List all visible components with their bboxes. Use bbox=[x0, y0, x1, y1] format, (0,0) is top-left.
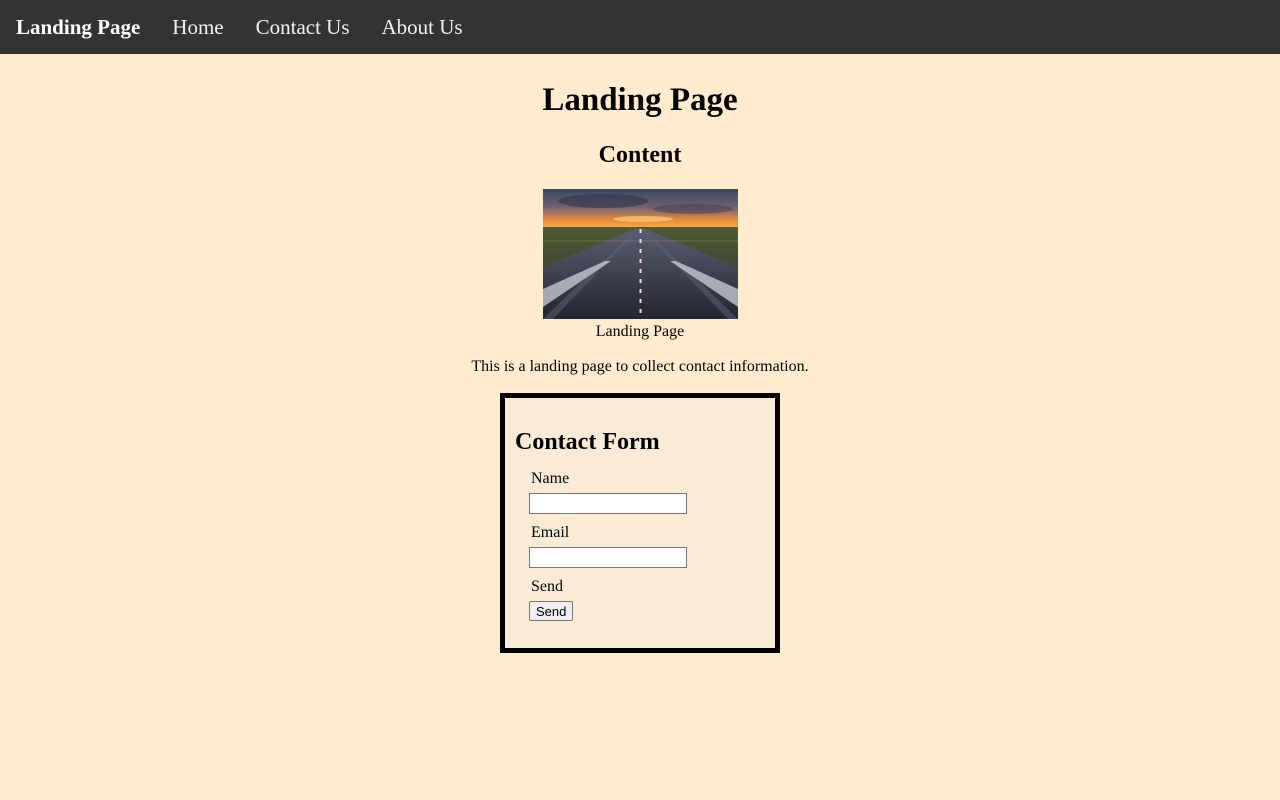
contact-form-title: Contact Form bbox=[515, 429, 660, 455]
page-title: Landing Page bbox=[542, 82, 738, 118]
contact-form: Contact Form Name Email Send Send bbox=[500, 393, 780, 653]
hero-figure: Landing Page bbox=[542, 189, 738, 341]
nav-link-about-us[interactable]: About Us bbox=[382, 15, 463, 40]
brand-link[interactable]: Landing Page bbox=[16, 15, 140, 40]
nav-link-home[interactable]: Home bbox=[172, 15, 223, 40]
send-label: Send bbox=[531, 578, 563, 595]
email-field[interactable] bbox=[529, 547, 687, 568]
top-navbar: Landing Page Home Contact Us About Us bbox=[0, 0, 1280, 54]
contact-form-body: Name Email Send Send bbox=[515, 470, 765, 621]
page-description: This is a landing page to collect contac… bbox=[471, 358, 809, 375]
runway-sunset-image bbox=[542, 189, 738, 319]
nav-link-contact-us[interactable]: Contact Us bbox=[256, 15, 350, 40]
name-field[interactable] bbox=[529, 493, 687, 514]
name-label: Name bbox=[531, 470, 570, 487]
email-label: Email bbox=[531, 524, 570, 541]
send-button[interactable]: Send bbox=[529, 601, 574, 621]
section-title: Content bbox=[598, 142, 682, 168]
image-caption: Landing Page bbox=[595, 323, 685, 340]
main-content: Landing Page Content Landing Page This i… bbox=[0, 81, 1280, 653]
